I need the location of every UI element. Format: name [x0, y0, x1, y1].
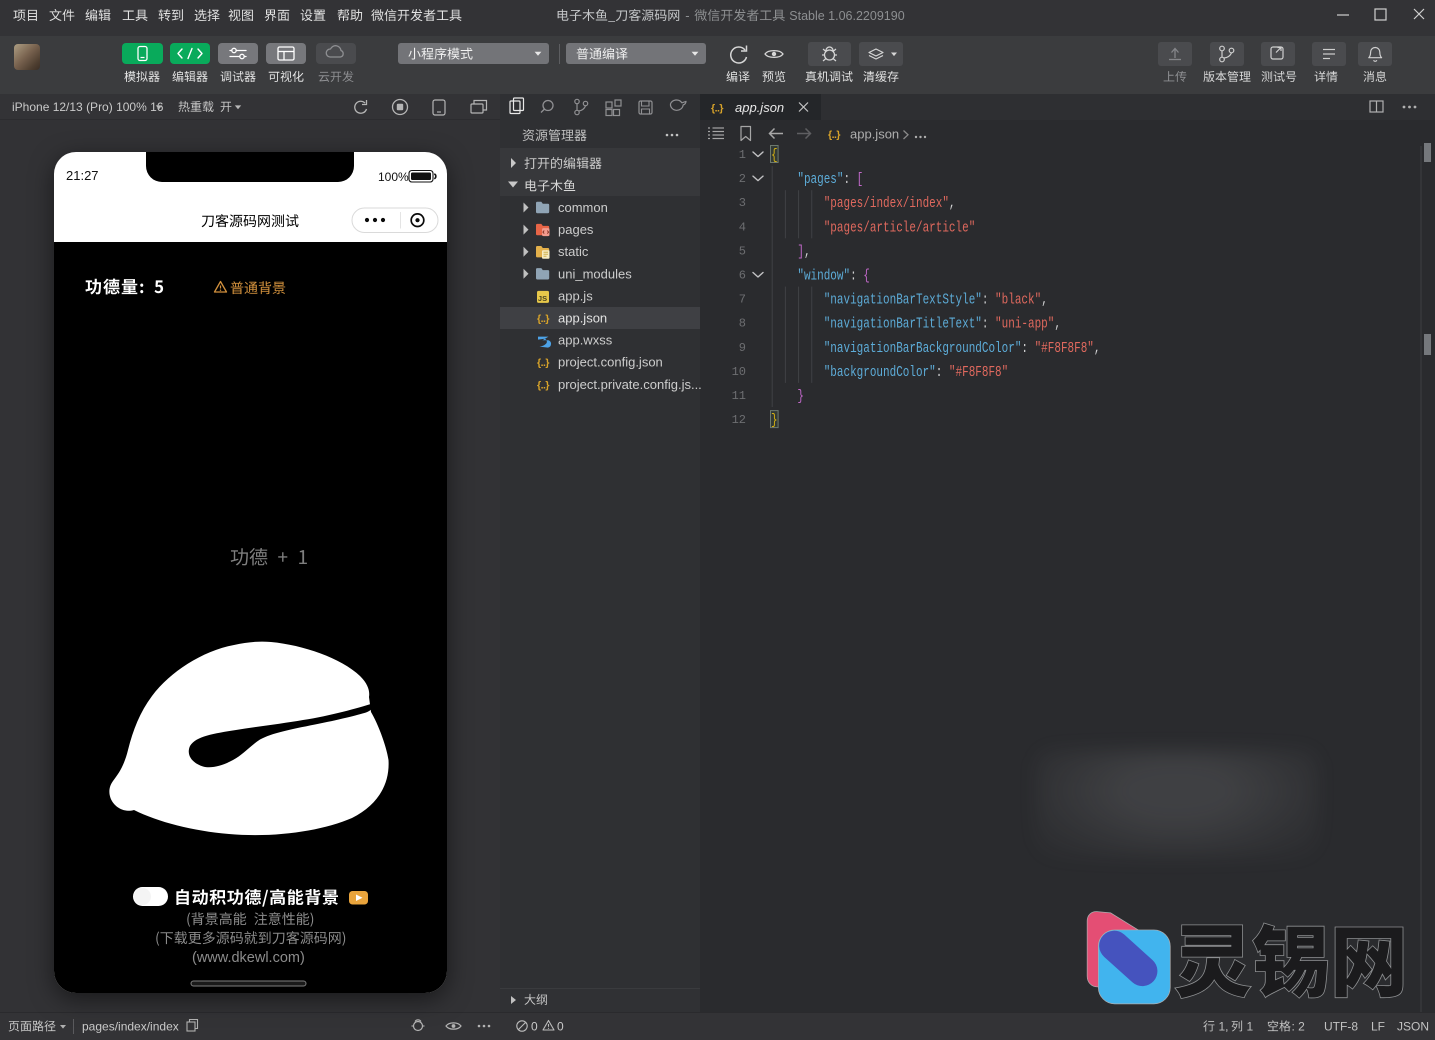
- svg-text::: :: [936, 365, 943, 381]
- svg-text:app.json: app.json: [558, 311, 607, 326]
- svg-text:JS: JS: [538, 294, 547, 303]
- svg-text:"uni-app": "uni-app": [995, 317, 1054, 333]
- svg-text:project.private.config.js...: project.private.config.js...: [558, 377, 702, 392]
- svg-text::: :: [850, 269, 857, 285]
- svg-text:[: [: [857, 172, 864, 188]
- svg-text:2: 2: [739, 172, 746, 186]
- svg-text:11: 11: [732, 389, 746, 403]
- svg-text:,: ,: [1054, 317, 1061, 333]
- svg-text::: :: [843, 172, 850, 188]
- svg-text:LF: LF: [1371, 1020, 1385, 1034]
- svg-text:,: ,: [1094, 341, 1101, 357]
- svg-text:"navigationBarTextStyle": "navigationBarTextStyle": [824, 293, 982, 309]
- svg-text:{: {: [771, 148, 778, 164]
- svg-text:"navigationBarTitleText": "navigationBarTitleText": [824, 317, 982, 333]
- svg-text:uni_modules: uni_modules: [558, 266, 632, 281]
- svg-text:{..}: {..}: [537, 313, 549, 325]
- svg-text:UTF-8: UTF-8: [1324, 1020, 1358, 1034]
- svg-text:common: common: [558, 200, 608, 215]
- svg-text:0: 0: [531, 1020, 538, 1034]
- svg-text:8: 8: [739, 317, 746, 331]
- svg-text:{..}: {..}: [537, 379, 549, 391]
- svg-text:7: 7: [739, 293, 746, 307]
- svg-text:app.wxss: app.wxss: [558, 333, 613, 348]
- svg-text:{: {: [863, 269, 870, 285]
- svg-text:12: 12: [732, 413, 746, 427]
- svg-text::: :: [982, 317, 989, 333]
- svg-text:pages/index/index: pages/index/index: [82, 1020, 179, 1034]
- svg-text:{..}: {..}: [711, 103, 723, 115]
- svg-text:}: }: [797, 389, 804, 405]
- svg-text:,: ,: [949, 196, 956, 212]
- svg-text:6: 6: [739, 269, 746, 283]
- svg-text:,: ,: [804, 244, 811, 260]
- svg-text:iPhone 12/13 (Pro) 100% 16: iPhone 12/13 (Pro) 100% 16: [12, 100, 164, 114]
- svg-text:"navigationBarBackgroundColor": "navigationBarBackgroundColor": [824, 341, 1022, 357]
- svg-text:app.js: app.js: [558, 288, 593, 303]
- svg-text:static: static: [558, 244, 589, 259]
- svg-text:"pages/article/article": "pages/article/article": [824, 220, 976, 236]
- svg-text:100%: 100%: [378, 170, 409, 184]
- svg-text:"#F8F8F8": "#F8F8F8": [949, 365, 1008, 381]
- svg-text:{..}: {..}: [828, 129, 840, 141]
- svg-text:21:27: 21:27: [66, 168, 99, 183]
- svg-text:JSON: JSON: [1397, 1020, 1429, 1034]
- svg-text:}: }: [771, 413, 778, 429]
- svg-text:app.json: app.json: [735, 100, 784, 115]
- svg-text:5: 5: [739, 244, 746, 258]
- svg-text:{..}: {..}: [537, 357, 549, 369]
- svg-text::: :: [1021, 341, 1028, 357]
- svg-text:1: 1: [1247, 1020, 1254, 1034]
- svg-text:4: 4: [739, 220, 746, 234]
- svg-text:pages: pages: [558, 222, 594, 237]
- svg-text:"pages": "pages": [797, 172, 843, 188]
- svg-text:1: 1: [739, 148, 746, 162]
- svg-text:3: 3: [739, 196, 746, 210]
- svg-text::: :: [982, 293, 989, 309]
- svg-text:project.config.json: project.config.json: [558, 355, 663, 370]
- svg-text:"window": "window": [797, 269, 850, 285]
- svg-text:1,: 1,: [1219, 1020, 1229, 1034]
- svg-text:9: 9: [739, 341, 746, 355]
- svg-text:: 2: : 2: [1292, 1020, 1306, 1034]
- svg-text:Stable 1.06.2209190: Stable 1.06.2209190: [789, 9, 904, 23]
- svg-text:10: 10: [732, 365, 746, 379]
- svg-text:"black": "black": [995, 293, 1041, 309]
- svg-text:app.json: app.json: [850, 127, 899, 142]
- svg-text:0: 0: [557, 1020, 564, 1034]
- svg-text:,: ,: [1041, 293, 1048, 309]
- svg-text:"pages/index/index": "pages/index/index": [824, 196, 949, 212]
- svg-text:"#F8F8F8": "#F8F8F8": [1035, 341, 1094, 357]
- svg-text:"backgroundColor": "backgroundColor": [824, 365, 936, 381]
- svg-text:(www.dkewl.com): (www.dkewl.com): [192, 950, 305, 966]
- svg-text:-: -: [685, 8, 689, 23]
